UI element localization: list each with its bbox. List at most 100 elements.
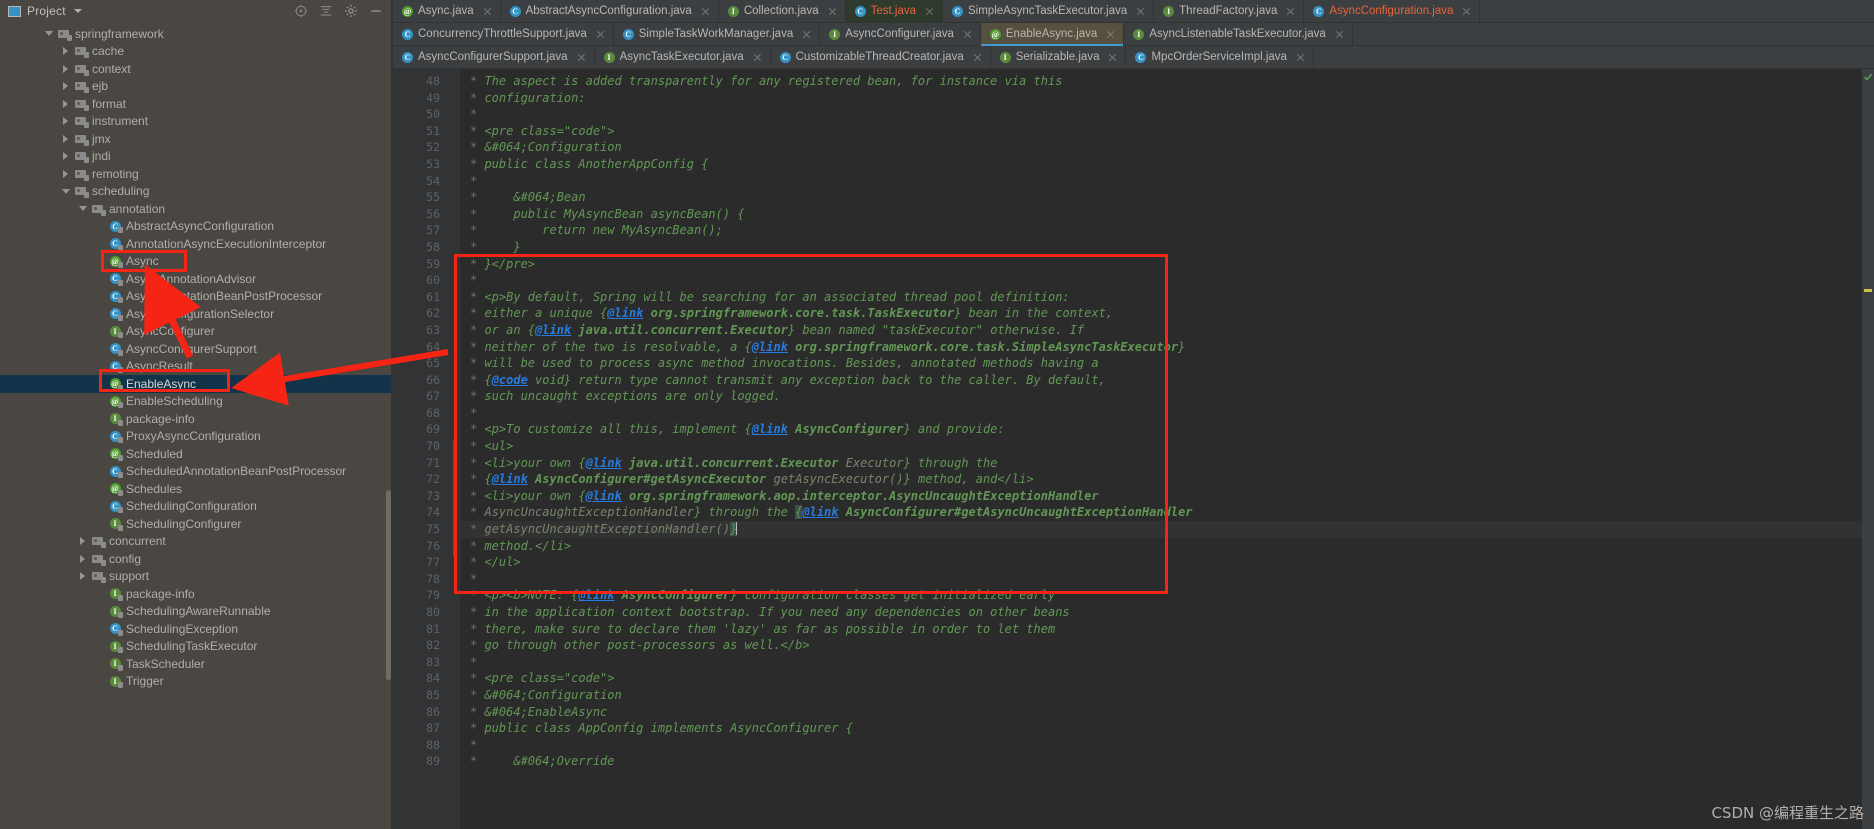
line-number[interactable]: 69 (393, 421, 449, 438)
code-line[interactable]: * or an {@link java.util.concurrent.Exec… (460, 322, 1874, 339)
code-line[interactable]: * (460, 571, 1874, 588)
editor-tab-concurrencythrottlesupport[interactable]: C ConcurrencyThrottleSupport.java (393, 23, 614, 45)
line-number[interactable]: 79 (393, 587, 449, 604)
editor-tab-simpletaskworkmanager[interactable]: C SimpleTaskWorkManager.java (613, 23, 821, 45)
code-text[interactable]: * The aspect is added transparently for … (460, 69, 1874, 829)
code-line[interactable]: * go through other post-processors as we… (460, 637, 1874, 654)
code-line[interactable]: * (460, 272, 1874, 289)
code-line[interactable]: * public MyAsyncBean asyncBean() { (460, 206, 1874, 223)
line-number[interactable]: 68 (393, 405, 449, 422)
tree-item-annotation[interactable]: annotation (0, 200, 393, 218)
tree-twisty-collapsed-icon[interactable] (61, 116, 72, 127)
line-number[interactable]: 83 (393, 654, 449, 671)
line-number[interactable]: 75 (393, 521, 449, 538)
tree-item-schedulingexception[interactable]: C SchedulingException (0, 620, 393, 638)
line-number[interactable]: 78 (393, 571, 449, 588)
project-file-tree[interactable]: springframework cache context ejb format inst… (0, 23, 393, 829)
tree-item-annotationasyncexecutioninterceptor[interactable]: C AnnotationAsyncExecutionInterceptor (0, 235, 393, 253)
line-number[interactable]: 85 (393, 687, 449, 704)
tree-item-package-info[interactable]: Ipackage-info (0, 410, 393, 428)
editor-tab-collection[interactable]: I Collection.java (718, 0, 846, 22)
close-tab-icon[interactable] (1107, 52, 1118, 63)
code-line[interactable]: * (460, 106, 1874, 123)
code-line[interactable]: * (460, 173, 1874, 190)
line-number[interactable]: 61 (393, 289, 449, 306)
code-line[interactable]: * <pre class="code"> (460, 670, 1874, 687)
line-number[interactable]: 86 (393, 704, 449, 721)
close-tab-icon[interactable] (972, 52, 983, 63)
tree-item-abstractasyncconfiguration[interactable]: C AbstractAsyncConfiguration (0, 218, 393, 236)
editor-tab-simpleasynctaskexecutor[interactable]: C SimpleAsyncTaskExecutor.java (943, 0, 1155, 22)
error-stripe-marker[interactable] (1864, 289, 1872, 292)
line-number[interactable]: 73 (393, 488, 449, 505)
tree-twisty-collapsed-icon[interactable] (61, 46, 72, 57)
editor-tab-abstractasyncconfiguration[interactable]: C AbstractAsyncConfiguration.java (500, 0, 719, 22)
tree-item-schedulingawarerunnable[interactable]: I SchedulingAwareRunnable (0, 603, 393, 621)
tree-item-schedulingconfigurer[interactable]: I SchedulingConfigurer (0, 515, 393, 533)
tree-twisty-collapsed-icon[interactable] (78, 553, 89, 564)
code-line[interactable]: * in the application context bootstrap. … (460, 604, 1874, 621)
code-line[interactable]: * {@code void} return type cannot transm… (460, 372, 1874, 389)
line-number[interactable]: 76 (393, 538, 449, 555)
code-line[interactable]: * getAsyncUncaughtExceptionHandler()} (460, 521, 1874, 538)
tree-item-scheduling[interactable]: scheduling (0, 183, 393, 201)
tree-twisty-collapsed-icon[interactable] (61, 98, 72, 109)
close-tab-icon[interactable] (827, 6, 838, 17)
tree-item-concurrent[interactable]: concurrent (0, 533, 393, 551)
tree-twisty-collapsed-icon[interactable] (61, 168, 72, 179)
editor-tab-serializable[interactable]: I Serializable.java (990, 46, 1127, 68)
editor-tab-asyncconfigurer[interactable]: I AsyncConfigurer.java (820, 23, 981, 45)
code-line[interactable]: * neither of the two is resolvable, a {@… (460, 339, 1874, 356)
code-line[interactable]: * AsyncUncaughtExceptionHandler} through… (460, 504, 1874, 521)
tree-item-remoting[interactable]: remoting (0, 165, 393, 183)
line-number[interactable]: 48 (393, 73, 449, 90)
tree-item-cache[interactable]: cache (0, 43, 393, 61)
tree-twisty-expanded-icon[interactable] (44, 28, 55, 39)
error-stripe-gutter[interactable] (1862, 69, 1874, 829)
code-line[interactable]: * return new MyAsyncBean(); (460, 222, 1874, 239)
editor-tab-customizablethreadcreator[interactable]: C CustomizableThreadCreator.java (770, 46, 991, 68)
tree-item-enablescheduling[interactable]: @ EnableScheduling (0, 393, 393, 411)
close-tab-icon[interactable] (801, 29, 812, 40)
close-tab-icon[interactable] (1461, 6, 1472, 17)
tree-item-trigger[interactable]: I Trigger (0, 673, 393, 691)
line-number[interactable]: 65 (393, 355, 449, 372)
line-number[interactable]: 70 (393, 438, 449, 455)
code-line[interactable]: * will be used to process async method i… (460, 355, 1874, 372)
close-tab-icon[interactable] (700, 6, 711, 17)
tree-item-enableasync[interactable]: @ EnableAsync (0, 375, 393, 393)
editor-tab-asyncconfiguration[interactable]: C AsyncConfiguration.java (1304, 0, 1481, 22)
line-number[interactable]: 59 (393, 256, 449, 273)
tree-item-package-info[interactable]: Ipackage-info (0, 585, 393, 603)
code-line[interactable]: * {@link AsyncConfigurer#getAsyncExecuto… (460, 471, 1874, 488)
chevron-down-icon[interactable] (73, 9, 82, 13)
line-number[interactable]: 52 (393, 139, 449, 156)
code-line[interactable]: * }</pre> (460, 256, 1874, 273)
tree-twisty-expanded-icon[interactable] (78, 203, 89, 214)
code-line[interactable]: * <p>By default, Spring will be searchin… (460, 289, 1874, 306)
tree-twisty-expanded-icon[interactable] (61, 186, 72, 197)
line-number[interactable]: 64 (393, 339, 449, 356)
tree-item-config[interactable]: config (0, 550, 393, 568)
line-number[interactable]: 60 (393, 272, 449, 289)
code-line[interactable]: * either a unique {@link org.springframe… (460, 305, 1874, 322)
code-line[interactable]: * public class AnotherAppConfig { (460, 156, 1874, 173)
tree-item-asyncconfigurationselector[interactable]: C AsyncConfigurationSelector (0, 305, 393, 323)
line-number[interactable]: 49 (393, 90, 449, 107)
tree-twisty-collapsed-icon[interactable] (78, 571, 89, 582)
line-number[interactable]: 81 (393, 621, 449, 638)
line-number[interactable]: 50 (393, 106, 449, 123)
code-line[interactable]: * (460, 654, 1874, 671)
line-number[interactable]: 74 (393, 504, 449, 521)
code-line[interactable]: * <pre class="code"> (460, 123, 1874, 140)
tree-item-springframework[interactable]: springframework (0, 25, 393, 43)
code-line[interactable]: * there, make sure to declare them 'lazy… (460, 621, 1874, 638)
close-tab-icon[interactable] (962, 29, 973, 40)
tree-item-jmx[interactable]: jmx (0, 130, 393, 148)
tree-item-ejb[interactable]: ejb (0, 78, 393, 96)
tree-twisty-collapsed-icon[interactable] (61, 151, 72, 162)
code-line[interactable]: * } (460, 239, 1874, 256)
code-line[interactable]: * <p>To customize all this, implement {@… (460, 421, 1874, 438)
code-line[interactable]: * (460, 405, 1874, 422)
close-tab-icon[interactable] (595, 29, 606, 40)
